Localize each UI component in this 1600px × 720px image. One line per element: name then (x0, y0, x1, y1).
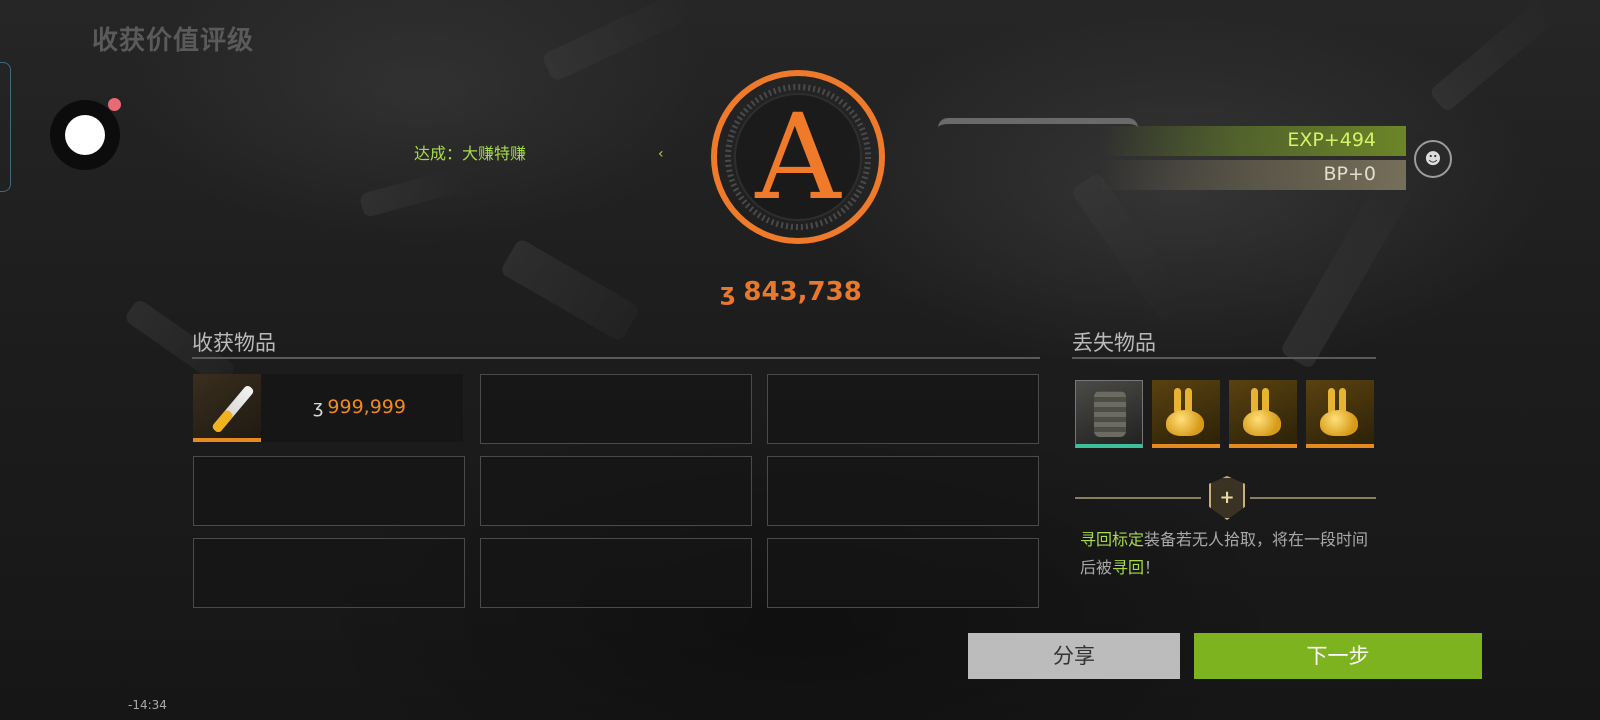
notification-dot (108, 98, 121, 111)
harvest-slot-empty[interactable] (193, 538, 465, 608)
golden-rabbit-icon[interactable] (1306, 380, 1374, 448)
share-button[interactable]: 分享 (968, 633, 1180, 679)
lost-divider (1072, 357, 1376, 359)
plus-icon: + (1219, 487, 1235, 508)
golden-rabbit-icon[interactable] (1229, 380, 1297, 448)
backpack-shape (1094, 391, 1126, 437)
retrieve-tag: 寻回标定 (1080, 530, 1145, 549)
retrieve-divider-right (1250, 497, 1376, 499)
rabbit-body (1320, 410, 1358, 436)
harvest-title: 收获物品 (192, 331, 276, 355)
harvest-divider (192, 357, 1040, 359)
coin-icon: ʒ (313, 397, 324, 418)
golden-rabbit-icon[interactable] (1152, 380, 1220, 448)
brain-icon[interactable]: ☻ (1414, 140, 1452, 178)
record-icon (65, 115, 105, 155)
rabbit-body (1243, 410, 1281, 436)
bp-reward: BP+0 (1323, 163, 1376, 185)
total-value: ʒ 843,738 (720, 277, 862, 307)
harvest-slot-empty[interactable] (480, 456, 752, 526)
achievement-name: 大赚特赚 (462, 144, 527, 163)
harvest-slot-empty[interactable] (767, 374, 1039, 444)
lost-title: 丢失物品 (1072, 331, 1156, 355)
achievement-label: 达成：大赚特赚 (414, 140, 526, 164)
bp-reward-bar: BP+0 (1100, 160, 1406, 190)
next-button[interactable]: 下一步 (1194, 633, 1482, 679)
chevron-left-icon: ‹ (658, 146, 664, 162)
coin-icon: ʒ (720, 278, 736, 306)
syringe-fill (211, 408, 235, 434)
total-value-amount: 843,738 (743, 277, 862, 307)
retrieve-divider-left (1075, 497, 1201, 499)
item-price: ʒ 999,999 (313, 396, 406, 418)
harvest-slot-empty[interactable] (480, 538, 752, 608)
backpack-icon[interactable] (1075, 380, 1143, 448)
harvest-slot-empty[interactable] (480, 374, 752, 444)
retrieve-text-2: ！ (1144, 558, 1161, 577)
screen-title: 收获价值评级 (92, 26, 255, 56)
harvest-slot-empty[interactable] (767, 456, 1039, 526)
side-tab-handle[interactable] (0, 62, 11, 192)
harvest-slot-empty[interactable] (767, 538, 1039, 608)
achievement-prefix: 达成： (414, 144, 463, 163)
syringe-icon (193, 374, 261, 442)
hud-time: -14:34 (128, 698, 167, 712)
harvest-slot-empty[interactable] (193, 456, 465, 526)
item-price-value: 999,999 (327, 396, 406, 418)
exp-reward-bar: EXP+494 (1100, 126, 1406, 156)
harvest-slot[interactable]: ʒ 999,999 (193, 374, 463, 442)
record-button[interactable] (50, 98, 121, 170)
retrieve-highlight: 寻回 (1112, 558, 1145, 577)
grade-letter: A (755, 88, 841, 226)
retrieve-note: 寻回标定装备若无人拾取，将在一段时间后被寻回！ (1080, 526, 1380, 582)
rabbit-body (1166, 410, 1204, 436)
exp-reward: EXP+494 (1287, 129, 1376, 151)
